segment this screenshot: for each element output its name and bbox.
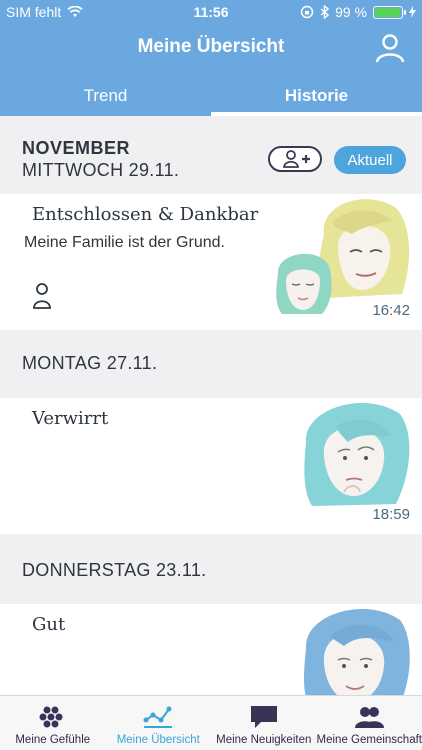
day-label: MONTAG 27.11. bbox=[22, 353, 158, 373]
nav-meine-uebersicht[interactable]: Meine Übersicht bbox=[106, 696, 212, 750]
entry-card-1[interactable]: Entschlossen & Dankbar Meine Familie ist… bbox=[0, 194, 422, 330]
add-friend-button[interactable] bbox=[268, 146, 322, 172]
tab-bar: Trend Historie bbox=[0, 76, 422, 116]
entry-time: 18:59 bbox=[372, 506, 410, 523]
battery-icon bbox=[373, 5, 406, 19]
entry-card-3[interactable]: Gut bbox=[0, 604, 422, 695]
mood-face-grateful-icon bbox=[276, 253, 332, 314]
entry-time: 16:42 bbox=[372, 302, 410, 319]
day-label: DONNERSTAG 23.11. bbox=[22, 560, 207, 580]
mood-title: Gut bbox=[32, 614, 66, 635]
current-button[interactable]: Aktuell bbox=[334, 146, 406, 174]
nav-meine-gemeinschaft[interactable]: Meine Gemeinschaft bbox=[317, 696, 422, 750]
page-title: Meine Übersicht bbox=[137, 36, 285, 57]
tab-trend[interactable]: Trend bbox=[0, 76, 211, 116]
person-icon bbox=[33, 283, 51, 309]
nav-meine-neuigkeiten[interactable]: Meine Neuigkeiten bbox=[211, 696, 317, 750]
mood-face-confused-icon bbox=[304, 403, 410, 506]
lock-rotation-icon bbox=[300, 5, 314, 19]
nav-meine-gefuehle[interactable]: Meine Gefühle bbox=[0, 696, 106, 750]
charging-icon bbox=[409, 6, 416, 18]
mood-title: Entschlossen & Dankbar bbox=[32, 204, 259, 225]
mood-face-good-icon bbox=[304, 609, 410, 695]
mood-title: Verwirrt bbox=[32, 408, 109, 429]
battery-percent: 99 % bbox=[335, 4, 367, 20]
nav-label: Meine Gemeinschaft bbox=[316, 734, 422, 746]
dots-icon bbox=[39, 706, 63, 728]
status-bar: SIM fehlt 11:56 99 % bbox=[0, 0, 422, 24]
group-icon bbox=[355, 707, 385, 728]
bottom-nav: Meine Gefühle Meine Übersicht Meine Neui… bbox=[0, 695, 422, 750]
month-label: NOVEMBER bbox=[22, 138, 131, 158]
profile-icon[interactable] bbox=[374, 32, 406, 64]
chat-icon bbox=[250, 706, 277, 728]
add-person-icon bbox=[282, 150, 310, 168]
section-header-2: MONTAG 27.11. bbox=[0, 330, 422, 398]
nav-label: Meine Gefühle bbox=[15, 734, 91, 746]
chart-icon bbox=[143, 706, 173, 728]
app-header: Meine Übersicht Trend Historie bbox=[0, 24, 422, 116]
entry-note: Meine Familie ist der Grund. bbox=[24, 234, 225, 251]
nav-label: Meine Neuigkeiten bbox=[216, 734, 312, 746]
section-header-3: DONNERSTAG 23.11. bbox=[0, 534, 422, 604]
bluetooth-icon bbox=[320, 5, 330, 19]
tab-historie[interactable]: Historie bbox=[211, 76, 422, 116]
entry-card-2[interactable]: Verwirrt 18:59 bbox=[0, 398, 422, 534]
day-label: MITTWOCH 29.11. bbox=[22, 160, 180, 180]
nav-label: Meine Übersicht bbox=[116, 734, 200, 746]
